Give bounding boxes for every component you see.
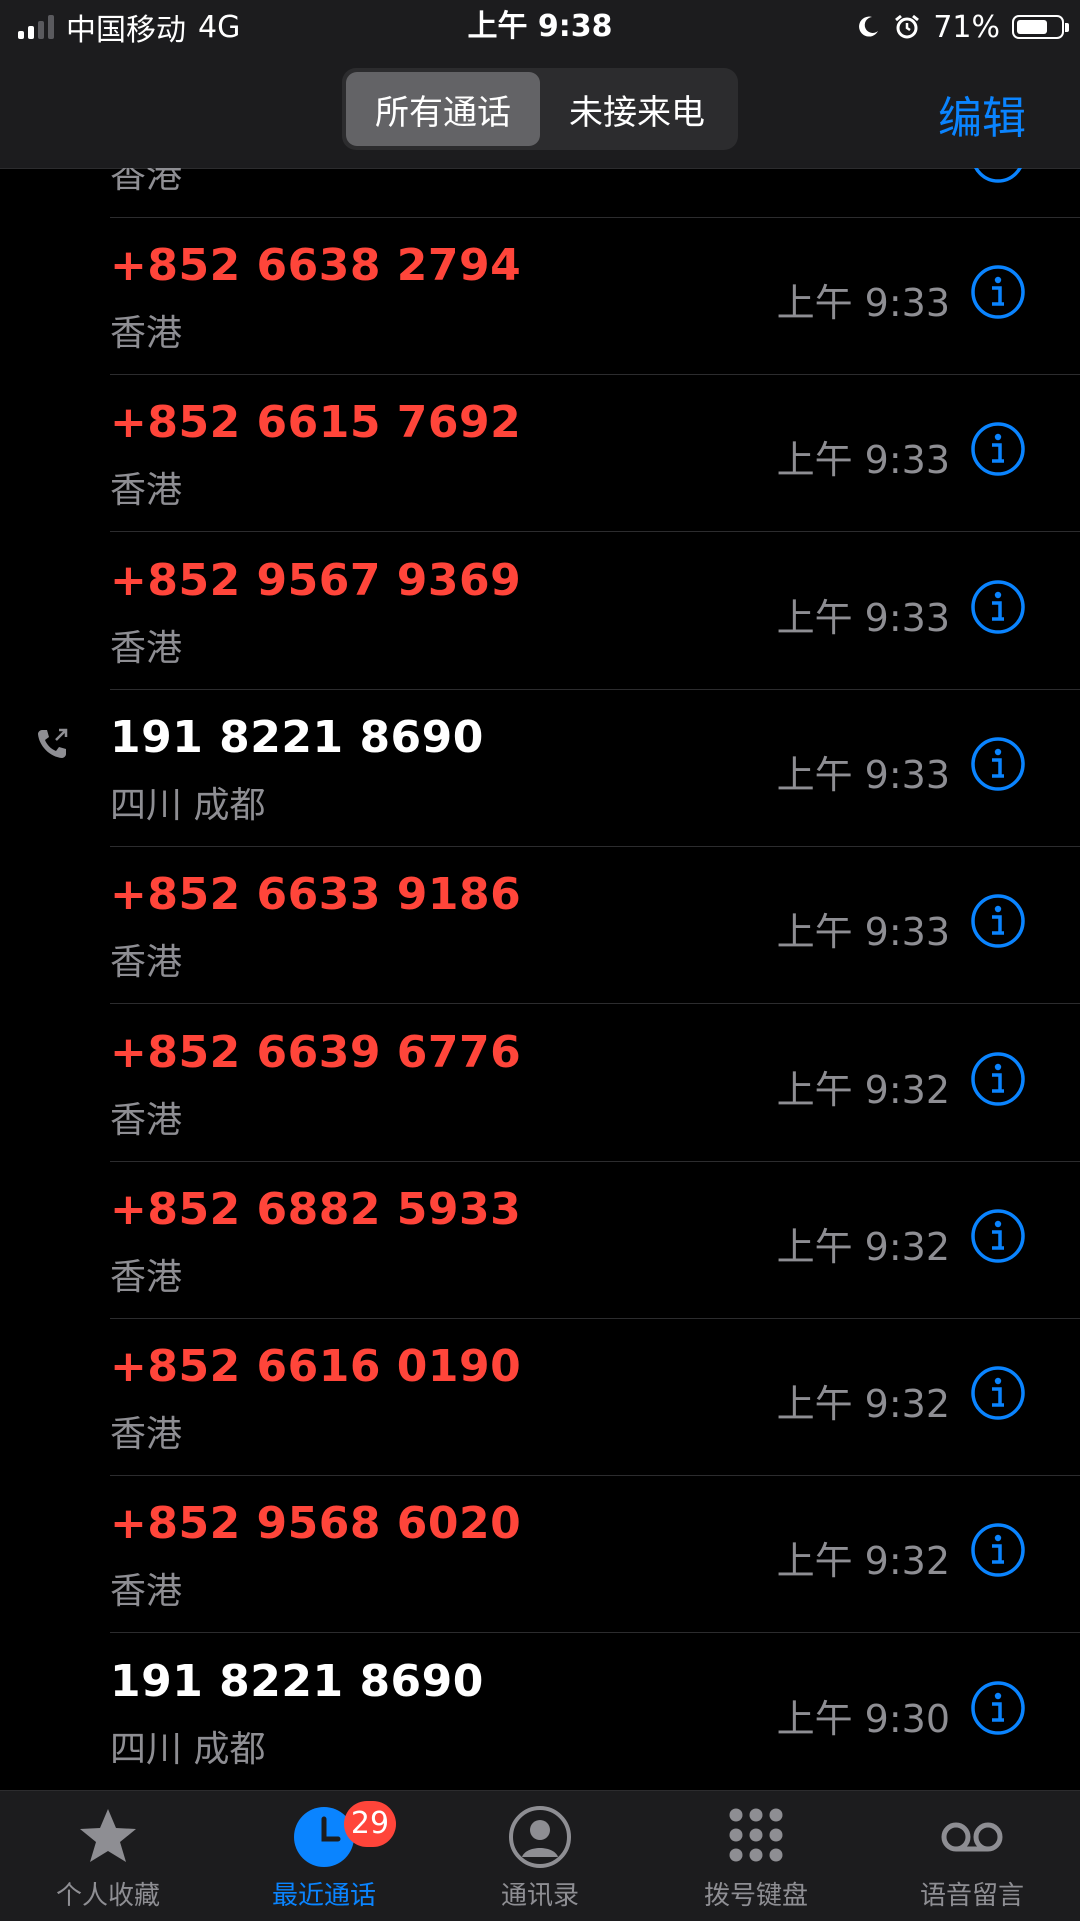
caller-location: 四川 成都 [110, 776, 265, 828]
recent-calls-list: 香港 +852 6638 2794香港上午 9:33+852 6615 7692… [0, 168, 1080, 1790]
outgoing-call-icon [34, 726, 70, 762]
network-type: 4G [198, 10, 240, 45]
caller-location: 香港 [110, 1562, 182, 1614]
tab-label: 最近通话 [216, 1875, 432, 1912]
call-time: 上午 9:32 [777, 1373, 950, 1428]
battery-percent: 71% [933, 10, 1000, 45]
keypad-icon [724, 1805, 788, 1869]
battery-icon [1012, 15, 1064, 39]
caller-number: +852 6633 9186 [110, 869, 521, 920]
info-icon[interactable] [970, 579, 1026, 635]
caller-location: 香港 [110, 1091, 182, 1143]
info-icon[interactable] [970, 893, 1026, 949]
caller-number: +852 6882 5933 [110, 1184, 521, 1235]
call-time: 上午 9:32 [777, 1059, 950, 1114]
info-icon[interactable] [970, 1208, 1026, 1264]
tab-favorites[interactable]: 个人收藏 [0, 1791, 216, 1921]
caller-location: 四川 成都 [110, 1720, 265, 1772]
tab-label: 通讯录 [432, 1875, 648, 1912]
caller-location: 香港 [110, 1248, 182, 1300]
nav-header: 所有通话 未接来电 编辑 [0, 54, 1080, 169]
info-icon[interactable] [970, 736, 1026, 792]
caller-number: 191 8221 8690 [110, 1656, 484, 1707]
missed-calls-badge: 29 [344, 1801, 396, 1847]
call-time: 上午 9:33 [777, 272, 950, 327]
alarm-icon [893, 13, 921, 41]
moon-icon [855, 14, 881, 40]
call-row[interactable]: +852 6615 7692 香港 上午 9:33 [0, 375, 1080, 532]
call-time: 上午 9:33 [777, 744, 950, 799]
call-time: 上午 9:32 [777, 1216, 950, 1271]
call-row[interactable]: +852 9568 6020 香港 上午 9:32 [0, 1476, 1080, 1633]
segment-missed-calls[interactable]: 未接来电 [540, 72, 734, 146]
person-circle-icon [508, 1805, 572, 1869]
tab-voicemail[interactable]: 语音留言 [864, 1791, 1080, 1921]
tab-keypad[interactable]: 拨号键盘 [648, 1791, 864, 1921]
status-bar: 中国移动 4G 上午 9:38 71% [0, 0, 1080, 54]
info-icon[interactable] [970, 168, 1026, 184]
info-icon[interactable] [970, 1680, 1026, 1736]
caller-location: 香港 [110, 461, 182, 513]
info-icon[interactable] [970, 1522, 1026, 1578]
tab-label: 语音留言 [864, 1875, 1080, 1912]
edit-button[interactable]: 编辑 [938, 82, 1026, 146]
caller-number: +852 6616 0190 [110, 1341, 521, 1392]
segment-all-calls[interactable]: 所有通话 [346, 72, 540, 146]
call-row[interactable]: +852 6616 0190 香港 上午 9:32 [0, 1319, 1080, 1476]
tab-bar: 个人收藏 29 最近通话 通讯录 拨号键盘 [0, 1790, 1080, 1921]
star-icon [76, 1805, 140, 1869]
call-row[interactable]: +852 6639 6776 香港 上午 9:32 [0, 1005, 1080, 1162]
caller-location: 香港 [110, 933, 182, 985]
tab-recents[interactable]: 29 最近通话 [216, 1791, 432, 1921]
call-row[interactable]: 191 8221 8690 四川 成都 上午 9:33 [0, 690, 1080, 847]
caller-number: +852 9568 6020 [110, 1498, 521, 1549]
caller-location: 香港 [110, 1405, 182, 1457]
caller-number: 191 8221 8690 [110, 712, 484, 763]
status-left: 中国移动 4G [18, 0, 240, 54]
call-time: 上午 9:32 [777, 1530, 950, 1585]
call-row[interactable]: +852 9567 9369 香港 上午 9:33 [0, 533, 1080, 690]
call-filter-segmented-control: 所有通话 未接来电 [342, 68, 738, 150]
voicemail-icon [940, 1805, 1004, 1869]
caller-number: +852 6639 6776 [110, 1027, 521, 1078]
partial-row-location: 香港 [110, 168, 182, 198]
signal-strength-icon [18, 15, 54, 39]
carrier-name: 中国移动 [66, 5, 186, 49]
tab-label: 拨号键盘 [648, 1875, 864, 1912]
call-row[interactable]: +852 6638 2794 香港 上午 9:33 [0, 218, 1080, 375]
call-time: 上午 9:33 [777, 901, 950, 956]
info-icon[interactable] [970, 1365, 1026, 1421]
caller-location: 香港 [110, 304, 182, 356]
call-time: 上午 9:33 [777, 587, 950, 642]
caller-number: +852 9567 9369 [110, 555, 521, 606]
tab-contacts[interactable]: 通讯录 [432, 1791, 648, 1921]
status-right: 71% [855, 0, 1064, 54]
caller-number: +852 6638 2794 [110, 240, 521, 291]
caller-number: +852 6615 7692 [110, 397, 521, 448]
info-icon[interactable] [970, 264, 1026, 320]
tab-label: 个人收藏 [0, 1875, 216, 1912]
info-icon[interactable] [970, 421, 1026, 477]
call-time: 上午 9:30 [777, 1688, 950, 1743]
info-icon[interactable] [970, 1051, 1026, 1107]
call-row[interactable]: +852 6633 9186 香港 上午 9:33 [0, 847, 1080, 1004]
call-row[interactable]: 191 8221 8690 四川 成都 上午 9:30 [0, 1634, 1080, 1790]
battery-fill [1017, 20, 1047, 34]
call-row[interactable]: +852 6882 5933 香港 上午 9:32 [0, 1162, 1080, 1319]
call-time: 上午 9:33 [777, 429, 950, 484]
caller-location: 香港 [110, 619, 182, 671]
